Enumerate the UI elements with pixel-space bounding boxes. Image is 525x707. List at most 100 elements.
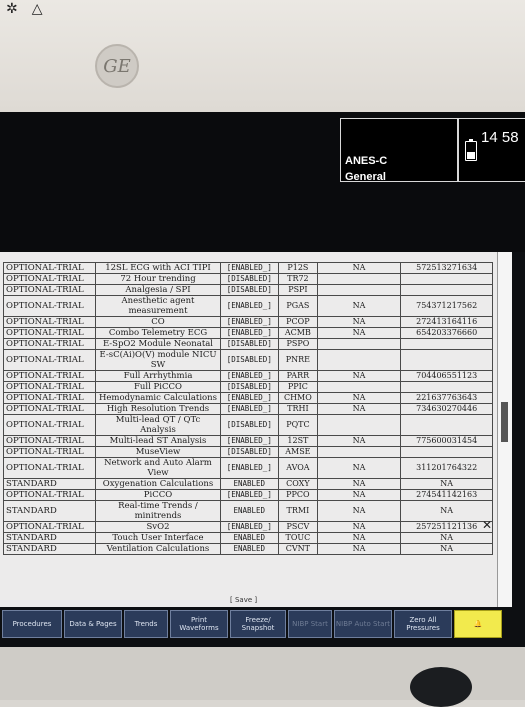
clock-box: 14 58 <box>458 118 525 182</box>
option-expiry: NA <box>316 262 402 274</box>
option-status: ENABLED <box>219 500 280 522</box>
softkey-3[interactable]: Print Waveforms <box>170 610 228 638</box>
option-status: [DISABLED] <box>219 446 280 458</box>
option-name: Anesthetic agent measurement <box>95 295 221 317</box>
patient-info-box[interactable]: ANES-C General <box>340 118 458 183</box>
option-code: COXY <box>278 478 318 490</box>
option-expiry: NA <box>316 316 402 328</box>
option-state: OPTIONAL-TRIAL <box>2 403 97 415</box>
softkey-2[interactable]: Trends <box>124 610 168 638</box>
table-row[interactable]: OPTIONAL-TRIAL CO [ENABLED_] PCOP NA 27241316… <box>2 316 493 328</box>
option-state: OPTIONAL-TRIAL <box>2 295 97 317</box>
option-name: MuseView <box>95 446 221 458</box>
table-row[interactable]: STANDARD Ventilation Calculations ENABLED C… <box>2 543 493 555</box>
softkey-5[interactable]: NIBP Start <box>288 610 332 638</box>
trim-knob[interactable] <box>410 667 472 707</box>
table-row[interactable]: OPTIONAL-TRIAL High Resolution Trends [ENA… <box>2 403 493 415</box>
softkey-6[interactable]: NIBP Auto Start <box>334 610 392 638</box>
option-state: OPTIONAL-TRIAL <box>2 414 97 436</box>
option-code: PCOP <box>278 316 318 328</box>
option-state: OPTIONAL-TRIAL <box>2 521 97 533</box>
option-key: 754371217562 <box>400 295 493 317</box>
table-row[interactable]: OPTIONAL-TRIAL Analgesia / SPI [DISABLED] P… <box>2 284 493 296</box>
option-expiry: NA <box>316 435 402 447</box>
option-code: PPCO <box>278 489 318 501</box>
table-row[interactable]: OPTIONAL-TRIAL Full PiCCO [DISABLED] PPIC <box>2 381 493 393</box>
option-expiry: NA <box>316 543 402 555</box>
softkey-4[interactable]: Freeze/ Snapshot <box>230 610 286 638</box>
patient-name: ANES-C <box>345 155 388 167</box>
option-name: High Resolution Trends <box>95 403 221 415</box>
table-row[interactable]: OPTIONAL-TRIAL PiCCO [ENABLED_] PPCO NA 27454… <box>2 489 493 501</box>
option-code: TRMI <box>278 500 318 522</box>
softkey-bar: Procedures Data & Pages Trends Print Wavefo… <box>0 610 525 640</box>
table-row[interactable]: OPTIONAL-TRIAL MuseView [DISABLED] AMSE <box>2 446 493 458</box>
scroll-thumb[interactable] <box>501 402 508 442</box>
option-code: PQTC <box>278 414 318 436</box>
table-row[interactable]: OPTIONAL-TRIAL E-SpO2 Module Neonatal [DIS… <box>2 338 493 350</box>
save-button[interactable]: [ Save ] <box>230 596 257 604</box>
option-state: STANDARD <box>2 532 97 544</box>
option-name: Full PiCCO <box>95 381 221 393</box>
option-expiry: NA <box>316 370 402 382</box>
option-code: TR72 <box>278 273 318 285</box>
option-expiry: NA <box>316 532 402 544</box>
option-expiry <box>316 273 402 285</box>
option-code: AMSE <box>278 446 318 458</box>
option-key <box>400 273 493 285</box>
option-name: E-SpO2 Module Neonatal <box>95 338 221 350</box>
option-status: [ENABLED_] <box>219 489 280 501</box>
table-row[interactable]: OPTIONAL-TRIAL 12SL ECG with ACI TIPI [ENA… <box>2 262 493 274</box>
option-expiry: NA <box>316 478 402 490</box>
option-state: OPTIONAL-TRIAL <box>2 370 97 382</box>
table-row[interactable]: STANDARD Real-time Trends / minitrends ENA… <box>2 500 493 522</box>
option-status: [ENABLED_] <box>219 262 280 274</box>
option-key: NA <box>400 478 493 490</box>
table-row[interactable]: OPTIONAL-TRIAL SvO2 [ENABLED_] PSCV NA 257251… <box>2 521 493 533</box>
option-code: CVNT <box>278 543 318 555</box>
option-state: OPTIONAL-TRIAL <box>2 349 97 371</box>
device-bezel-bottom <box>0 647 525 707</box>
table-row[interactable]: OPTIONAL-TRIAL Multi-lead QT / QTc Analys… <box>2 414 493 436</box>
option-name: CO <box>95 316 221 328</box>
table-row[interactable]: OPTIONAL-TRIAL Combo Telemetry ECG [ENABLE… <box>2 327 493 339</box>
softkey-7[interactable]: Zero All Pressures <box>394 610 452 638</box>
option-name: Network and Auto Alarm View <box>95 457 221 479</box>
softkey-0[interactable]: Procedures <box>2 610 62 638</box>
table-row[interactable]: OPTIONAL-TRIAL Full Arrhythmia [ENABLED_] P… <box>2 370 493 382</box>
table-row[interactable]: OPTIONAL-TRIAL Anesthetic agent measureme… <box>2 295 493 317</box>
option-name: SvO2 <box>95 521 221 533</box>
option-key: 272413164116 <box>400 316 493 328</box>
option-code: ACMB <box>278 327 318 339</box>
table-row[interactable]: OPTIONAL-TRIAL E-sC(Ai)O(V) module NICU S… <box>2 349 493 371</box>
option-key: NA <box>400 532 493 544</box>
table-row[interactable]: STANDARD Oxygenation Calculations ENABLED C… <box>2 478 493 490</box>
option-expiry <box>316 446 402 458</box>
option-status: ENABLED <box>219 532 280 544</box>
table-row[interactable]: OPTIONAL-TRIAL Network and Auto Alarm Vie… <box>2 457 493 479</box>
option-status: ENABLED <box>219 543 280 555</box>
close-icon[interactable]: ✕ <box>482 518 492 532</box>
table-row[interactable]: STANDARD Touch User Interface ENABLED TOUC N… <box>2 532 493 544</box>
option-key: NA <box>400 543 493 555</box>
table-row[interactable]: OPTIONAL-TRIAL 72 Hour trending [DISABLED]… <box>2 273 493 285</box>
option-expiry <box>316 381 402 393</box>
option-key: 704406551123 <box>400 370 493 382</box>
option-code: PPIC <box>278 381 318 393</box>
alarm-silence-button[interactable]: 🔔 <box>454 610 502 638</box>
option-name: Multi-lead QT / QTc Analysis <box>95 414 221 436</box>
option-status: [ENABLED_] <box>219 403 280 415</box>
option-expiry: NA <box>316 521 402 533</box>
option-status: [ENABLED_] <box>219 370 280 382</box>
softkey-1[interactable]: Data & Pages <box>64 610 122 638</box>
option-key: 734630270446 <box>400 403 493 415</box>
option-key: 311201764322 <box>400 457 493 479</box>
table-row[interactable]: OPTIONAL-TRIAL Multi-lead ST Analysis [ENA… <box>2 435 493 447</box>
option-name: Ventilation Calculations <box>95 543 221 555</box>
option-state: OPTIONAL-TRIAL <box>2 392 97 404</box>
table-row[interactable]: OPTIONAL-TRIAL Hemodynamic Calculations [E… <box>2 392 493 404</box>
option-status: [DISABLED] <box>219 414 280 436</box>
table-scrollbar[interactable] <box>497 252 512 607</box>
software-options-panel: OPTIONAL-TRIAL 12SL ECG with ACI TIPI [ENA… <box>0 252 497 607</box>
option-status: ENABLED <box>219 478 280 490</box>
